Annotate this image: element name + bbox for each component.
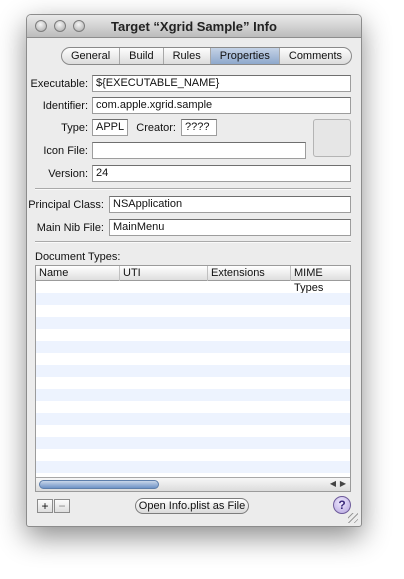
horizontal-scrollbar[interactable]: ◀ ▶ — [36, 477, 350, 491]
executable-field[interactable]: ${EXECUTABLE_NAME} — [92, 75, 351, 92]
scroll-left-icon[interactable]: ◀ — [330, 479, 336, 488]
remove-document-type-button[interactable]: − — [54, 499, 70, 513]
table-row — [36, 389, 350, 401]
main-nib-field[interactable]: MainMenu — [109, 219, 351, 236]
table-row — [36, 353, 350, 365]
table-row — [36, 365, 350, 377]
tab-properties[interactable]: Properties — [210, 48, 280, 64]
tab-bar: General Build Rules Properties Comments — [61, 47, 353, 65]
table-row — [36, 437, 350, 449]
table-row — [36, 413, 350, 425]
table-row — [36, 449, 350, 461]
executable-label: Executable: — [30, 78, 88, 90]
title-bar: Target “Xgrid Sample” Info — [27, 15, 361, 38]
table-row — [36, 329, 350, 341]
window-title: Target “Xgrid Sample” Info — [111, 19, 277, 34]
version-field[interactable]: 24 — [92, 165, 351, 182]
tab-rules[interactable]: Rules — [164, 48, 211, 64]
icon-file-label: Icon File: — [43, 145, 88, 157]
table-row — [36, 305, 350, 317]
type-field[interactable]: APPL — [92, 119, 128, 136]
creator-field[interactable]: ???? — [181, 119, 217, 136]
table-row — [36, 317, 350, 329]
tab-general[interactable]: General — [62, 48, 121, 64]
creator-label: Creator: — [136, 122, 176, 134]
table-row — [36, 341, 350, 353]
help-icon[interactable]: ? — [333, 496, 351, 514]
info-window: Target “Xgrid Sample” Info General Build… — [26, 14, 362, 527]
scroll-right-icon[interactable]: ▶ — [340, 479, 346, 488]
document-types-label: Document Types: — [35, 251, 121, 263]
tab-build[interactable]: Build — [120, 48, 164, 64]
icon-well[interactable] — [313, 119, 351, 157]
table-row — [36, 461, 350, 473]
column-header-name[interactable]: Name — [36, 266, 120, 281]
identifier-field[interactable]: com.apple.xgrid.sample — [92, 97, 351, 114]
table-row — [36, 425, 350, 437]
separator — [35, 241, 351, 243]
icon-file-field[interactable] — [92, 142, 306, 159]
tab-comments[interactable]: Comments — [280, 48, 351, 64]
column-header-extensions[interactable]: Extensions — [208, 266, 291, 281]
type-label: Type: — [61, 122, 88, 134]
identifier-label: Identifier: — [42, 100, 88, 112]
version-label: Version: — [48, 168, 88, 180]
table-rows — [36, 281, 350, 477]
open-info-plist-button[interactable]: Open Info.plist as File — [135, 498, 249, 514]
table-header: Name UTI Extensions MIME Types — [36, 266, 350, 294]
principal-class-label: Principal Class: — [28, 199, 104, 211]
document-types-table[interactable]: Name UTI Extensions MIME Types ◀ ▶ — [35, 265, 351, 492]
separator — [35, 188, 351, 190]
table-row — [36, 401, 350, 413]
add-document-type-button[interactable]: + — [37, 499, 53, 513]
main-nib-label: Main Nib File: — [36, 222, 104, 234]
column-header-mime-types[interactable]: MIME Types — [291, 266, 350, 294]
resize-grip[interactable] — [348, 513, 358, 523]
scroll-thumb[interactable] — [39, 480, 159, 489]
column-header-uti[interactable]: UTI — [120, 266, 208, 281]
table-row — [36, 281, 350, 293]
table-row — [36, 377, 350, 389]
principal-class-field[interactable]: NSApplication — [109, 196, 351, 213]
table-row — [36, 293, 350, 305]
